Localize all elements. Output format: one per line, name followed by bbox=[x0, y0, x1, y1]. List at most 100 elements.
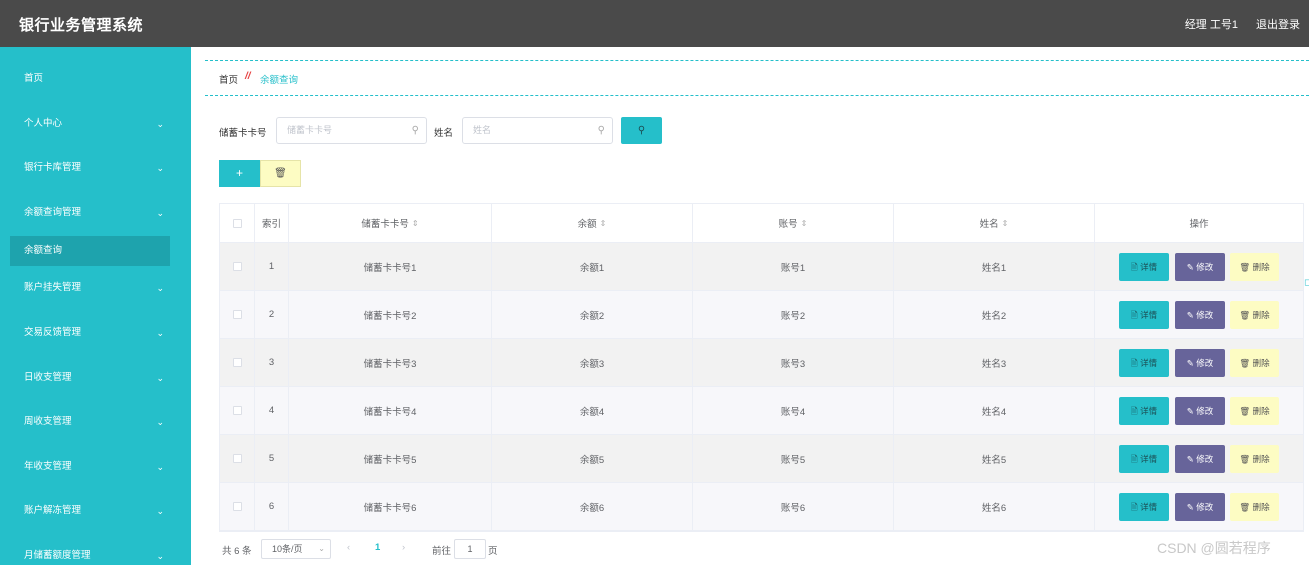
search-icon: ⚲ bbox=[411, 125, 419, 136]
sidebar-item-label: 银行卡库管理 bbox=[24, 162, 82, 173]
edit-button[interactable]: ✎ 修改 bbox=[1175, 301, 1225, 329]
cell-card: 储蓄卡卡号1 bbox=[289, 243, 492, 290]
row-checkbox[interactable] bbox=[232, 310, 242, 319]
sidebar-item-card-library[interactable]: 银行卡库管理 ⌄ bbox=[0, 153, 191, 183]
cell-name: 姓名5 bbox=[894, 435, 1095, 482]
prev-page-button[interactable]: ‹ bbox=[347, 542, 350, 553]
delete-button[interactable]: 🗑 删除 bbox=[1230, 253, 1279, 281]
cell-index: 4 bbox=[255, 387, 289, 434]
sidebar-item-label: 账户挂失管理 bbox=[24, 282, 82, 293]
breadcrumb-current: 余额查询 bbox=[260, 75, 299, 86]
delete-button[interactable]: 🗑 删除 bbox=[1230, 445, 1279, 473]
sidebar-item-weekly-finance[interactable]: 周收支管理 ⌄ bbox=[0, 407, 191, 437]
column-header-label: 余额 bbox=[577, 219, 597, 230]
sidebar-item-label: 交易反馈管理 bbox=[24, 327, 82, 338]
sidebar-item-account-unfreeze[interactable]: 账户解冻管理 ⌄ bbox=[0, 496, 191, 526]
page-size-select[interactable]: 10条/页 ⌄ bbox=[261, 539, 331, 559]
row-checkbox-cell bbox=[220, 483, 255, 530]
cell-card: 储蓄卡卡号3 bbox=[289, 339, 492, 386]
breadcrumb-home[interactable]: 首页 bbox=[219, 72, 238, 86]
cell-balance: 余额6 bbox=[492, 483, 693, 530]
sidebar-item-label: 余额查询管理 bbox=[24, 207, 82, 218]
table-row: 2 储蓄卡卡号2 余额2 账号2 姓名2 🗎 详情 ✎ 修改 🗑 删除 bbox=[220, 291, 1303, 339]
row-checkbox-cell bbox=[220, 387, 255, 434]
breadcrumb-separator: // bbox=[245, 71, 251, 82]
page-size-value: 10条/页 bbox=[272, 544, 303, 554]
edit-button[interactable]: ✎ 修改 bbox=[1175, 445, 1225, 473]
sidebar-item-label: 月储蓄额度管理 bbox=[24, 550, 91, 561]
batch-delete-button[interactable]: 🗑 bbox=[260, 160, 301, 187]
row-checkbox[interactable] bbox=[232, 502, 242, 511]
cell-index: 6 bbox=[255, 483, 289, 530]
card-number-label: 储蓄卡卡号 bbox=[219, 128, 267, 139]
sidebar-item-home[interactable]: 首页 bbox=[0, 64, 191, 94]
logout-button[interactable]: 退出登录 bbox=[1256, 16, 1300, 32]
delete-button[interactable]: 🗑 删除 bbox=[1230, 301, 1279, 329]
add-button[interactable]: + bbox=[219, 160, 260, 187]
cell-actions: 🗎 详情 ✎ 修改 🗑 删除 bbox=[1095, 435, 1303, 482]
column-header-card[interactable]: 储蓄卡卡号 ⇕ bbox=[289, 204, 492, 242]
select-all-checkbox[interactable] bbox=[232, 218, 242, 228]
search-button[interactable]: ⚲ bbox=[621, 117, 662, 144]
card-number-placeholder: 储蓄卡卡号 bbox=[287, 125, 333, 135]
chevron-down-icon: ⌄ bbox=[318, 544, 325, 553]
page-number-current[interactable]: 1 bbox=[375, 542, 380, 553]
sidebar-item-loss-report[interactable]: 账户挂失管理 ⌄ bbox=[0, 273, 191, 303]
chevron-down-icon: ⌄ bbox=[156, 462, 164, 472]
sidebar-item-yearly-finance[interactable]: 年收支管理 ⌄ bbox=[0, 452, 191, 482]
edit-button[interactable]: ✎ 修改 bbox=[1175, 493, 1225, 521]
edge-marker: ◻ bbox=[1304, 277, 1309, 287]
goto-page-input[interactable]: 1 bbox=[454, 539, 486, 559]
chevron-down-icon: ⌄ bbox=[156, 163, 164, 173]
sidebar-item-balance-management[interactable]: 余额查询管理 ⌄ bbox=[0, 198, 191, 228]
sidebar-item-monthly-savings[interactable]: 月储蓄额度管理 ⌄ bbox=[0, 541, 191, 565]
sidebar-item-label: 个人中心 bbox=[24, 118, 63, 129]
row-checkbox[interactable] bbox=[232, 406, 242, 415]
sort-icon[interactable]: ⇕ bbox=[412, 219, 419, 228]
edit-button[interactable]: ✎ 修改 bbox=[1175, 349, 1225, 377]
table-row: 4 储蓄卡卡号4 余额4 账号4 姓名4 🗎 详情 ✎ 修改 🗑 删除 bbox=[220, 387, 1303, 435]
delete-button[interactable]: 🗑 删除 bbox=[1230, 349, 1279, 377]
detail-button[interactable]: 🗎 详情 bbox=[1119, 253, 1169, 281]
edit-button[interactable]: ✎ 修改 bbox=[1175, 397, 1225, 425]
delete-button[interactable]: 🗑 删除 bbox=[1230, 493, 1279, 521]
sort-icon[interactable]: ⇕ bbox=[600, 219, 607, 228]
detail-button[interactable]: 🗎 详情 bbox=[1119, 493, 1169, 521]
search-icon: ⚲ bbox=[597, 125, 605, 136]
detail-button[interactable]: 🗎 详情 bbox=[1119, 301, 1169, 329]
detail-button[interactable]: 🗎 详情 bbox=[1119, 349, 1169, 377]
cell-index: 2 bbox=[255, 291, 289, 338]
card-number-input[interactable]: 储蓄卡卡号 ⚲ bbox=[276, 117, 427, 144]
table-row: 5 储蓄卡卡号5 余额5 账号5 姓名5 🗎 详情 ✎ 修改 🗑 删除 bbox=[220, 435, 1303, 483]
row-checkbox-cell bbox=[220, 339, 255, 386]
row-checkbox[interactable] bbox=[232, 454, 242, 463]
sidebar-item-balance-query[interactable]: 余额查询 bbox=[10, 236, 170, 266]
top-bar: 银行业务管理系统 经理 工号1 退出登录 bbox=[0, 0, 1309, 47]
sort-icon[interactable]: ⇕ bbox=[801, 219, 808, 228]
detail-button[interactable]: 🗎 详情 bbox=[1119, 397, 1169, 425]
edit-button[interactable]: ✎ 修改 bbox=[1175, 253, 1225, 281]
detail-button[interactable]: 🗎 详情 bbox=[1119, 445, 1169, 473]
breadcrumb: 首页 // 余额查询 bbox=[205, 60, 1309, 96]
column-header-account[interactable]: 账号 ⇕ bbox=[693, 204, 894, 242]
row-checkbox[interactable] bbox=[232, 262, 242, 271]
cell-card: 储蓄卡卡号6 bbox=[289, 483, 492, 530]
name-input[interactable]: 姓名 ⚲ bbox=[462, 117, 613, 144]
next-page-button[interactable]: › bbox=[402, 542, 405, 553]
cell-index: 1 bbox=[255, 243, 289, 290]
table-row: 6 储蓄卡卡号6 余额6 账号6 姓名6 🗎 详情 ✎ 修改 🗑 删除 bbox=[220, 483, 1303, 531]
sidebar-item-personal-center[interactable]: 个人中心 ⌄ bbox=[0, 109, 191, 139]
cell-account: 账号4 bbox=[693, 387, 894, 434]
cell-name: 姓名6 bbox=[894, 483, 1095, 530]
column-header-name[interactable]: 姓名 ⇕ bbox=[894, 204, 1095, 242]
column-header-balance[interactable]: 余额 ⇕ bbox=[492, 204, 693, 242]
cell-card: 储蓄卡卡号4 bbox=[289, 387, 492, 434]
row-checkbox[interactable] bbox=[232, 358, 242, 367]
column-header-label: 储蓄卡卡号 bbox=[361, 219, 409, 230]
sidebar-item-transaction-feedback[interactable]: 交易反馈管理 ⌄ bbox=[0, 318, 191, 348]
cell-account: 账号5 bbox=[693, 435, 894, 482]
pagination-total: 共 6 条 bbox=[222, 546, 252, 557]
delete-button[interactable]: 🗑 删除 bbox=[1230, 397, 1279, 425]
sidebar-item-daily-finance[interactable]: 日收支管理 ⌄ bbox=[0, 363, 191, 393]
sort-icon[interactable]: ⇕ bbox=[1002, 219, 1009, 228]
